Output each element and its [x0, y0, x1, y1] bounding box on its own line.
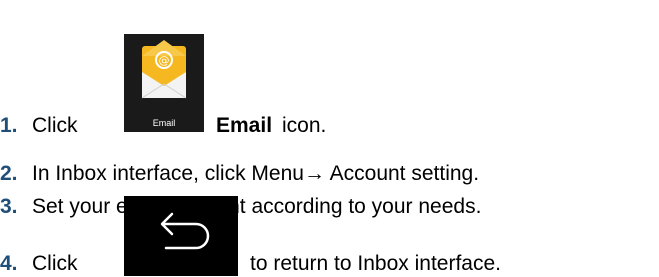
- step-text: Click: [32, 114, 78, 138]
- step-number: 4.: [0, 252, 18, 275]
- back-arrow-icon[interactable]: [124, 196, 238, 276]
- email-icon-label: Email: [152, 118, 176, 128]
- svg-text:@: @: [159, 54, 170, 67]
- step-text: In Inbox interface, click Menu→ Account …: [32, 162, 480, 185]
- step-text: Click: [32, 252, 78, 276]
- email-app-icon[interactable]: @ Email: [124, 34, 204, 132]
- step-bold: Email: [216, 114, 273, 137]
- step-prefix: Click: [32, 252, 78, 275]
- step-number: 1.: [0, 114, 18, 137]
- step-suffix: to return to Inbox interface.: [250, 252, 501, 275]
- step-number: 3.: [0, 195, 18, 218]
- step-prefix: Click: [32, 114, 78, 137]
- step-suffix: icon.: [282, 114, 327, 137]
- step-number: 2.: [0, 162, 18, 185]
- step-text: Set your email account according to your…: [32, 195, 482, 218]
